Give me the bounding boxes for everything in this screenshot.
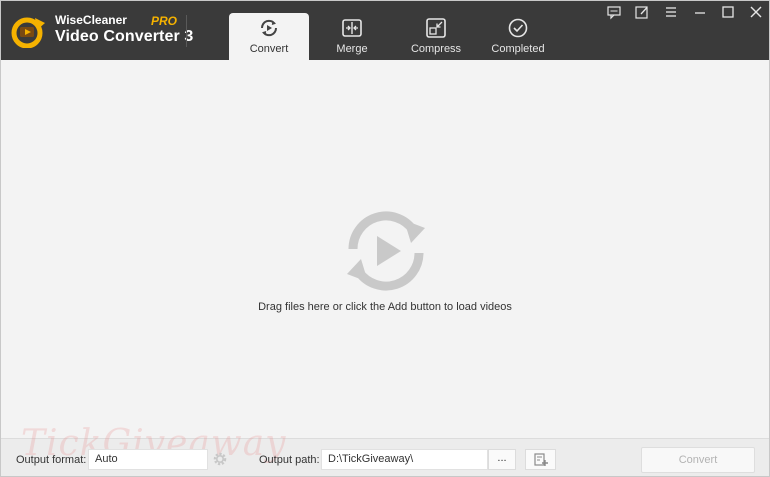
minimize-button[interactable] xyxy=(690,4,710,20)
tab-compress[interactable]: Compress xyxy=(396,13,476,60)
tab-merge[interactable]: Merge xyxy=(312,13,392,60)
feedback-button[interactable] xyxy=(604,4,624,20)
compress-icon xyxy=(426,18,446,38)
tab-compress-label: Compress xyxy=(410,43,462,55)
check-circle-icon xyxy=(508,18,528,38)
title-bar: WiseCleaner Video Converter 3 PRO Conver… xyxy=(1,1,769,60)
header-divider xyxy=(186,15,187,47)
merge-icon xyxy=(342,19,362,37)
minimize-icon xyxy=(695,12,705,14)
tab-convert[interactable]: Convert xyxy=(229,13,309,60)
menu-button[interactable] xyxy=(661,4,681,20)
menu-icon xyxy=(666,7,676,17)
convert-play-icon xyxy=(347,211,425,291)
convert-icon xyxy=(260,19,278,37)
convert-button[interactable]: Convert xyxy=(641,447,755,473)
output-format-select[interactable]: Auto xyxy=(88,449,208,470)
app-title: Video Converter 3 xyxy=(55,28,194,45)
maximize-icon xyxy=(722,6,734,18)
drop-hint: Drag files here or click the Add button … xyxy=(258,301,512,313)
output-path-field[interactable]: D:\TickGiveaway\ xyxy=(321,449,488,470)
app-window: WiseCleaner Video Converter 3 PRO Conver… xyxy=(0,0,770,477)
gear-icon[interactable] xyxy=(212,451,228,467)
browse-button[interactable]: ... xyxy=(488,449,516,470)
edit-button[interactable] xyxy=(632,4,652,20)
close-button[interactable] xyxy=(746,4,766,20)
brand-top: WiseCleaner xyxy=(55,13,127,27)
open-folder-button[interactable] xyxy=(525,449,556,470)
edit-icon xyxy=(635,6,648,19)
bottom-bar: TickGiveaway Output format: Auto Output … xyxy=(1,423,769,476)
feedback-icon xyxy=(607,6,621,20)
tab-completed[interactable]: Completed xyxy=(478,13,558,60)
output-path-label: Output path: xyxy=(259,454,320,466)
tab-completed-label: Completed xyxy=(491,43,545,55)
app-logo-icon xyxy=(11,17,45,48)
output-format-label: Output format: xyxy=(16,454,87,466)
maximize-button[interactable] xyxy=(718,4,738,20)
tab-merge-label: Merge xyxy=(336,43,368,55)
pro-badge: PRO xyxy=(151,14,178,28)
add-folder-icon xyxy=(533,453,548,466)
close-icon xyxy=(750,6,762,18)
drop-area[interactable]: Drag files here or click the Add button … xyxy=(1,60,769,438)
tab-convert-label: Convert xyxy=(249,43,289,55)
